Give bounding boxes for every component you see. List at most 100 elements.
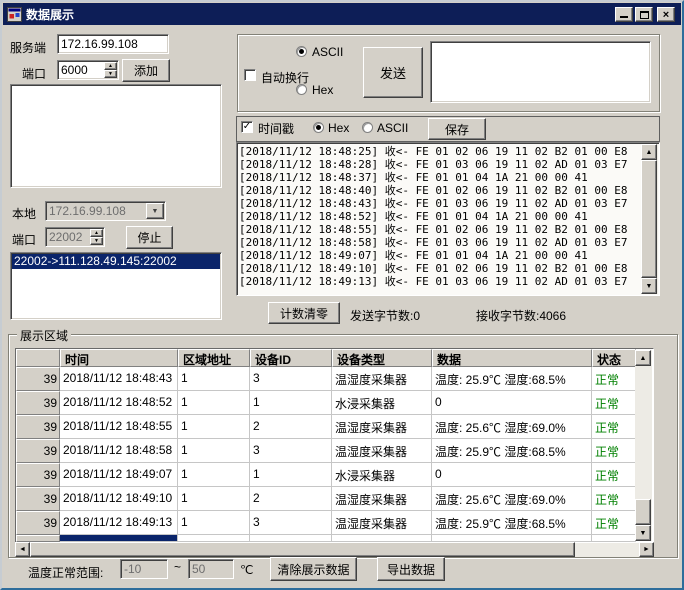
save-button[interactable]: 保存 [428, 118, 486, 140]
empty-cell[interactable] [592, 535, 636, 542]
cell-device-type[interactable]: 温湿度采集器 [332, 439, 432, 463]
cell-status[interactable]: 正常 [592, 463, 636, 487]
autowrap-checkbox[interactable] [244, 69, 256, 81]
cell-status[interactable]: 正常 [592, 367, 636, 391]
port-stepper[interactable]: 6000 ▲ ▼ [57, 60, 119, 80]
grid-corner-cell[interactable] [16, 349, 60, 367]
data-grid[interactable]: 时间区域地址设备ID设备类型数据状态 392018/11/12 18:48:43… [15, 348, 654, 543]
cell-device-type[interactable]: 温湿度采集器 [332, 367, 432, 391]
column-header[interactable]: 时间 [60, 349, 178, 367]
cell-data[interactable]: 温度: 25.9℃ 湿度:68.5% [432, 439, 592, 463]
cell-device-id[interactable]: 2 [250, 415, 332, 439]
cell-device-id[interactable]: 2 [250, 487, 332, 511]
grid-vscroll-thumb[interactable] [635, 499, 651, 525]
cell-area[interactable]: 1 [178, 463, 250, 487]
export-button[interactable]: 导出数据 [377, 557, 445, 581]
cell-area[interactable]: 1 [178, 511, 250, 535]
log-scroll-thumb[interactable] [641, 160, 657, 278]
temp-max-input[interactable] [188, 559, 234, 579]
cell-time[interactable]: 2018/11/12 18:48:43 [60, 367, 178, 391]
table-row[interactable]: 392018/11/12 18:48:4313温湿度采集器温度: 25.9℃ 湿… [16, 367, 636, 391]
table-row[interactable]: 392018/11/12 18:49:0711水浸采集器0正常 [16, 463, 636, 487]
log-output[interactable]: [2018/11/12 18:48:25] 收<- FE 01 02 06 19… [236, 142, 660, 296]
column-header[interactable]: 设备ID [250, 349, 332, 367]
maximize-button[interactable] [635, 7, 653, 22]
close-button[interactable]: × [657, 7, 675, 22]
spin-down-icon[interactable]: ▼ [90, 237, 103, 245]
cell-device-type[interactable]: 温湿度采集器 [332, 415, 432, 439]
cell-device-type[interactable]: 温湿度采集器 [332, 511, 432, 535]
scroll-down-icon[interactable]: ▼ [641, 278, 657, 294]
table-row[interactable]: 392018/11/12 18:48:5211水浸采集器0正常 [16, 391, 636, 415]
cell-device-type[interactable]: 水浸采集器 [332, 391, 432, 415]
empty-cell[interactable] [432, 535, 592, 542]
cell-data[interactable]: 温度: 25.9℃ 湿度:68.5% [432, 511, 592, 535]
column-header[interactable]: 设备类型 [332, 349, 432, 367]
log-scrollbar[interactable]: ▲ ▼ [641, 144, 658, 294]
server-list[interactable] [10, 84, 222, 188]
titlebar[interactable]: 数据展示 × [3, 3, 681, 25]
cell-device-id[interactable]: 1 [250, 391, 332, 415]
cell-data[interactable]: 温度: 25.6℃ 湿度:69.0% [432, 415, 592, 439]
grid-hscrollbar[interactable]: ◄ ► [15, 543, 654, 557]
list-item[interactable]: 22002->111.128.49.145:22002 [12, 254, 220, 269]
cell-area[interactable]: 1 [178, 367, 250, 391]
cell-time[interactable]: 2018/11/12 18:48:55 [60, 415, 178, 439]
column-header[interactable]: 数据 [432, 349, 592, 367]
dropdown-icon[interactable]: ▼ [146, 203, 164, 219]
cell-data[interactable]: 温度: 25.9℃ 湿度:68.5% [432, 367, 592, 391]
temp-min-input[interactable] [120, 559, 168, 579]
cell-row-header[interactable]: 39 [16, 487, 60, 511]
clear-display-button[interactable]: 清除展示数据 [270, 557, 357, 581]
table-row[interactable]: 392018/11/12 18:49:1313温湿度采集器温度: 25.9℃ 湿… [16, 511, 636, 535]
spin-down-icon[interactable]: ▼ [104, 70, 117, 78]
scroll-down-icon[interactable]: ▼ [635, 525, 651, 541]
cell-data[interactable]: 0 [432, 391, 592, 415]
cell-row-header[interactable]: 39 [16, 439, 60, 463]
timestamp-checkbox[interactable]: ✓ [241, 121, 253, 133]
table-row-partial[interactable] [16, 535, 636, 542]
scroll-up-icon[interactable]: ▲ [635, 350, 651, 366]
cell-device-id[interactable]: 3 [250, 439, 332, 463]
cell-status[interactable]: 正常 [592, 391, 636, 415]
column-header[interactable]: 区域地址 [178, 349, 250, 367]
clear-count-button[interactable]: 计数清零 [268, 302, 340, 324]
table-row[interactable]: 392018/11/12 18:49:1012温湿度采集器温度: 25.6℃ 湿… [16, 487, 636, 511]
local-port-stepper[interactable]: 22002 ▲ ▼ [45, 227, 105, 247]
cell-time[interactable]: 2018/11/12 18:49:10 [60, 487, 178, 511]
empty-cell[interactable] [178, 535, 250, 542]
minimize-button[interactable] [615, 7, 633, 22]
cell-status[interactable]: 正常 [592, 511, 636, 535]
cell-device-type[interactable]: 水浸采集器 [332, 463, 432, 487]
cell-area[interactable]: 1 [178, 487, 250, 511]
cell-data[interactable]: 温度: 25.6℃ 湿度:69.0% [432, 487, 592, 511]
empty-cell[interactable] [16, 535, 60, 542]
table-row[interactable]: 392018/11/12 18:48:5813温湿度采集器温度: 25.9℃ 湿… [16, 439, 636, 463]
selected-empty-cell[interactable] [60, 535, 178, 542]
grid-vscrollbar[interactable]: ▲ ▼ [635, 350, 652, 541]
spin-up-icon[interactable]: ▲ [90, 229, 103, 237]
cell-row-header[interactable]: 39 [16, 391, 60, 415]
cell-time[interactable]: 2018/11/12 18:49:13 [60, 511, 178, 535]
table-row[interactable]: 392018/11/12 18:48:5512温湿度采集器温度: 25.6℃ 湿… [16, 415, 636, 439]
cell-status[interactable]: 正常 [592, 487, 636, 511]
spin-up-icon[interactable]: ▲ [104, 62, 117, 70]
stop-button[interactable]: 停止 [126, 226, 173, 249]
cell-row-header[interactable]: 39 [16, 415, 60, 439]
cell-time[interactable]: 2018/11/12 18:48:52 [60, 391, 178, 415]
local-combo[interactable]: 172.16.99.108 ▼ [45, 201, 166, 221]
cell-area[interactable]: 1 [178, 391, 250, 415]
cell-time[interactable]: 2018/11/12 18:49:07 [60, 463, 178, 487]
scroll-up-icon[interactable]: ▲ [641, 144, 657, 160]
server-input[interactable] [57, 34, 169, 54]
cell-area[interactable]: 1 [178, 415, 250, 439]
cell-device-id[interactable]: 3 [250, 367, 332, 391]
scroll-right-icon[interactable]: ► [639, 542, 654, 557]
hex-radio[interactable] [296, 84, 307, 95]
cell-area[interactable]: 1 [178, 439, 250, 463]
cell-row-header[interactable]: 39 [16, 463, 60, 487]
send-input[interactable] [430, 41, 651, 103]
cell-status[interactable]: 正常 [592, 439, 636, 463]
connection-list[interactable]: 22002->111.128.49.145:22002 [10, 252, 222, 320]
empty-cell[interactable] [250, 535, 332, 542]
